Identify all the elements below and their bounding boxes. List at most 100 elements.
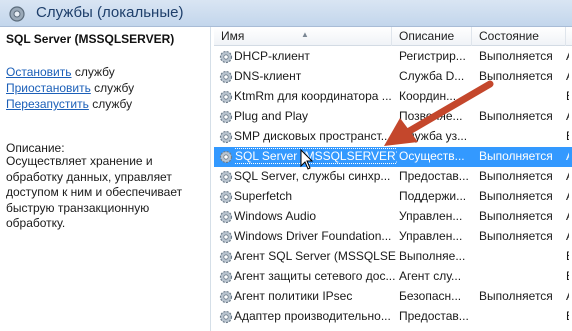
gear-icon <box>9 6 25 22</box>
service-description-cell: Служба D... <box>399 69 465 83</box>
service-description-cell: Служба уз... <box>399 129 468 143</box>
service-state: Выполняется <box>479 49 553 63</box>
service-gear-icon <box>219 50 233 64</box>
service-description-cell: Управлен... <box>399 209 463 223</box>
service-row[interactable]: Агент SQL Server (MSSQLSE...Выполняе... В <box>214 247 572 267</box>
service-state-cell: В <box>479 127 569 147</box>
sort-ascending-icon: ▲ <box>301 30 309 39</box>
service-gear-icon <box>219 290 233 304</box>
service-type: А <box>566 47 569 66</box>
service-gear-icon <box>219 270 233 284</box>
service-gear-icon <box>219 250 233 264</box>
service-name: Plug and Play <box>234 109 309 123</box>
stop-service-link[interactable]: Остановить <box>6 65 72 79</box>
service-name-cell: Брандмауэр Windows <box>234 327 397 331</box>
service-row[interactable]: SMP дисковых пространст... Служба уз... В <box>214 127 572 147</box>
service-state-cell: Выполняется А <box>479 67 569 87</box>
stop-service-text: службу <box>71 65 115 79</box>
service-description-cell: Управлен... <box>399 229 463 243</box>
service-state-cell: В <box>479 247 569 267</box>
service-gear-icon <box>219 230 233 244</box>
service-name-cell: DHCP-клиент <box>234 47 397 67</box>
service-row[interactable]: Адаптер производительно... Предостав... В <box>214 307 572 327</box>
selected-service-name: SQL Server (MSSQLSERVER) <box>6 32 175 46</box>
service-type: А <box>566 287 569 306</box>
service-gear-icon <box>219 110 233 124</box>
snapin-header: Службы (локальные) <box>0 0 572 27</box>
service-type: В <box>566 267 569 286</box>
service-state-cell: Выполняется А <box>479 227 569 247</box>
service-row[interactable]: Агент защиты сетевого дос... Агент слу...… <box>214 267 572 287</box>
service-description-cell: Агент слу... <box>399 269 462 283</box>
service-type: В <box>566 247 569 266</box>
service-row[interactable]: Windows Audio Управлен... Выполняется А <box>214 207 572 227</box>
service-description-cell: Осуществ... <box>399 149 465 163</box>
service-description-cell: Выполняе... <box>399 249 466 263</box>
service-gear-icon <box>219 70 233 84</box>
service-row[interactable]: Windows Driver Foundation... Управлен... В… <box>214 227 572 247</box>
description-label: Описание: <box>6 141 65 155</box>
service-description-cell: Брандмау... <box>399 327 476 331</box>
service-row[interactable]: KtmRm для координатора ... Координ... В <box>214 87 572 107</box>
service-state: Выполняется <box>479 169 553 183</box>
service-gear-icon <box>219 150 233 164</box>
service-name: KtmRm для координатора ... <box>234 89 392 103</box>
service-state-cell: Выполняется А <box>479 147 569 167</box>
service-row[interactable]: DHCP-клиент Регистрир... Выполняется А <box>214 47 572 67</box>
service-description-cell: Координ... <box>399 89 457 103</box>
column-header-name-label: Имя <box>221 29 245 43</box>
service-name-cell: KtmRm для координатора ... <box>234 87 397 107</box>
service-name: DNS-клиент <box>234 69 302 83</box>
service-state: Выполняется <box>479 109 553 123</box>
service-name: Windows Driver Foundation... <box>234 229 392 243</box>
service-type: А <box>566 227 569 246</box>
service-name-cell: Адаптер производительно... <box>234 307 397 327</box>
service-name: SQL Server (MSSQLSERVER) <box>234 148 397 164</box>
service-type: А <box>566 207 569 226</box>
column-header-state[interactable]: Состояние <box>472 27 566 46</box>
column-header-type[interactable]: Т <box>566 27 572 46</box>
service-state-cell: В <box>479 267 569 287</box>
service-row[interactable]: Брандмауэр WindowsБрандмау...Выполняется… <box>214 327 572 331</box>
service-name-cell: Агент SQL Server (MSSQLSE... <box>234 247 397 267</box>
service-gear-icon <box>219 170 233 184</box>
restart-service-link[interactable]: Перезапустить <box>6 97 89 111</box>
service-state: Выполняется <box>479 69 553 83</box>
pause-service-link[interactable]: Приостановить <box>6 81 91 95</box>
service-row[interactable]: SQL Server, службы синхр... Предостав... В… <box>214 167 572 187</box>
service-state: Выполняется <box>479 209 553 223</box>
column-header-row: Имя ▲ Описание Состояние Т <box>214 27 572 46</box>
service-name: Агент SQL Server (MSSQLSE... <box>234 249 397 263</box>
services-list[interactable]: Имя ▲ Описание Состояние Т DHCP-клиент Ре… <box>214 27 572 331</box>
service-name-cell: SQL Server (MSSQLSERVER) <box>234 147 397 167</box>
service-row[interactable]: Агент политики IPsec Безопасн... Выполняет… <box>214 287 572 307</box>
service-row[interactable]: SQL Server (MSSQLSERVER) Осуществ... Выпол… <box>214 147 572 167</box>
service-row[interactable]: Superfetch Поддержи... Выполняется А <box>214 187 572 207</box>
service-name-cell: SMP дисковых пространст... <box>234 127 397 147</box>
service-description-cell: Предостав... <box>399 169 469 183</box>
service-row[interactable]: Plug and Play Позволяе... Выполняется А <box>214 107 572 127</box>
service-description-cell: Регистрир... <box>399 49 466 63</box>
service-state-cell: Выполняется А <box>479 187 569 207</box>
service-name-cell: Агент политики IPsec <box>234 287 397 307</box>
service-state: Выполняется <box>479 149 553 163</box>
service-gear-icon <box>219 210 233 224</box>
service-state-cell: Выполняется А <box>479 287 569 307</box>
service-name: SQL Server, службы синхр... <box>234 169 391 183</box>
service-state-cell: Выполняется А <box>479 107 569 127</box>
service-name-cell: Windows Driver Foundation... <box>234 227 397 247</box>
service-name: Агент политики IPsec <box>234 289 353 303</box>
service-type: А <box>566 147 569 166</box>
service-state: Выполняется <box>479 289 553 303</box>
service-name-cell: Windows Audio <box>234 207 397 227</box>
service-state: Выполняется <box>479 229 553 243</box>
service-state-cell: В <box>479 307 569 327</box>
column-header-name[interactable]: Имя ▲ <box>214 27 392 46</box>
column-header-description[interactable]: Описание <box>392 27 472 46</box>
stop-service-action: Остановить службу <box>6 65 115 79</box>
service-state-cell: Выполняется А <box>479 207 569 227</box>
service-name: DHCP-клиент <box>234 49 310 63</box>
service-row[interactable]: DNS-клиент Служба D... Выполняется А <box>214 67 572 87</box>
snapin-title: Службы (локальные) <box>36 4 184 21</box>
service-name: Адаптер производительно... <box>234 309 391 323</box>
